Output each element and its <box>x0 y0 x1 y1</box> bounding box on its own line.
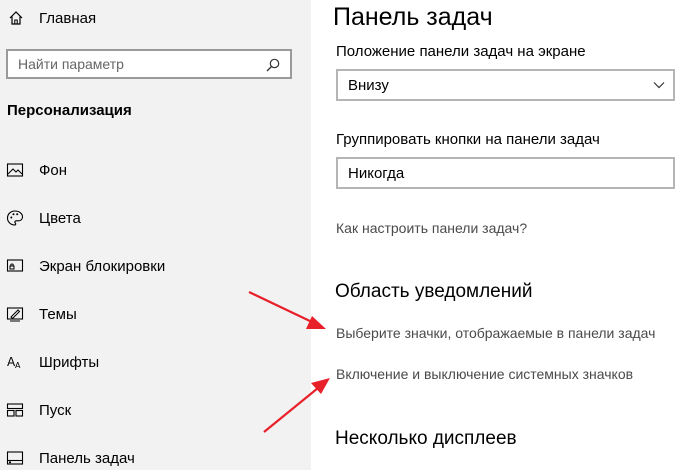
fonts-icon: A A <box>7 355 21 370</box>
main-content: Панель задач Положение панели задач на э… <box>311 0 683 470</box>
sidebar-item-taskbar[interactable]: Панель задач <box>6 446 306 470</box>
home-label: Главная <box>39 9 97 27</box>
palette-icon <box>6 210 24 226</box>
sidebar-item-themes[interactable]: Темы <box>6 302 306 326</box>
search-box[interactable] <box>6 49 292 79</box>
page-title: Панель задач <box>333 3 493 31</box>
sidebar-item-label: Пуск <box>39 401 72 419</box>
sidebar-item-label: Панель задач <box>39 449 135 467</box>
sidebar-item-start[interactable]: Пуск <box>6 398 306 422</box>
taskbar-position-value: Внизу <box>348 76 389 94</box>
section-title: Персонализация <box>7 102 132 119</box>
notification-area-heading: Область уведомлений <box>335 281 533 302</box>
sidebar-item-background[interactable]: Фон <box>6 158 306 182</box>
search-icon[interactable] <box>266 58 280 72</box>
sidebar-item-label: Фон <box>39 161 68 179</box>
themes-icon <box>6 307 24 322</box>
picture-icon <box>6 163 24 177</box>
sidebar-item-label: Цвета <box>39 209 81 227</box>
sidebar-item-label: Шрифты <box>39 353 100 371</box>
taskbar-position-label: Положение панели задач на экране <box>336 43 586 60</box>
svg-text:A: A <box>15 361 21 370</box>
home-nav-item[interactable]: Главная <box>8 8 96 28</box>
group-buttons-dropdown[interactable]: Никогда <box>336 157 675 189</box>
group-buttons-label: Группировать кнопки на панели задач <box>336 131 600 148</box>
howto-taskbar-link[interactable]: Как настроить панели задач? <box>336 220 527 236</box>
home-icon <box>9 11 23 25</box>
group-buttons-value: Никогда <box>348 164 405 182</box>
sidebar-item-label: Темы <box>39 305 77 323</box>
sidebar: Главная Персонализация Фон Цвета Эк <box>0 0 311 470</box>
sidebar-item-colors[interactable]: Цвета <box>6 206 306 230</box>
sidebar-item-lock-screen[interactable]: Экран блокировки <box>6 254 306 278</box>
sidebar-item-fonts[interactable]: A A Шрифты <box>6 350 306 374</box>
select-taskbar-icons-link[interactable]: Выберите значки, отображаемые в панели з… <box>336 325 655 341</box>
taskbar-icon <box>6 451 24 465</box>
sidebar-item-label: Экран блокировки <box>39 257 166 275</box>
lock-screen-icon <box>6 259 24 272</box>
system-icons-toggle-link[interactable]: Включение и выключение системных значков <box>336 366 633 382</box>
taskbar-position-dropdown[interactable]: Внизу <box>336 69 675 101</box>
search-input[interactable] <box>8 55 260 73</box>
start-icon <box>6 403 24 417</box>
chevron-down-icon <box>653 82 665 89</box>
multiple-displays-heading: Несколько дисплеев <box>335 428 517 449</box>
